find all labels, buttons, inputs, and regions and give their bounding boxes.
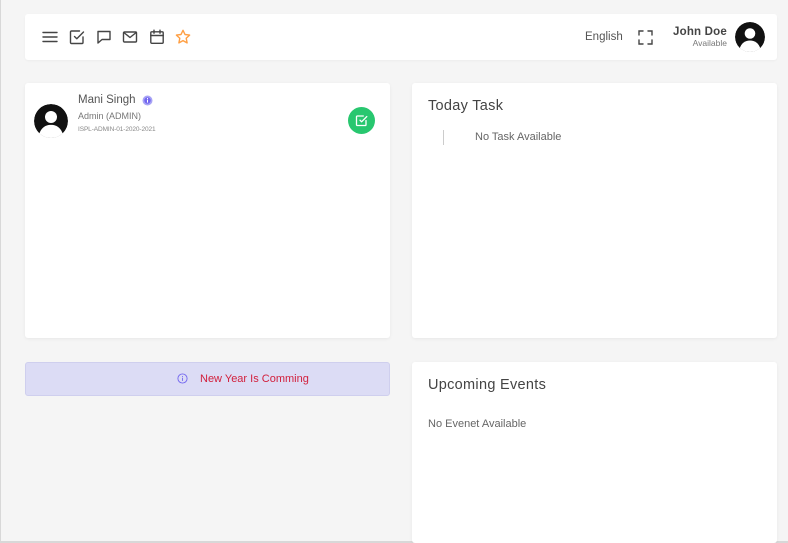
- announcement-banner: New Year Is Comming: [25, 362, 390, 396]
- profile-card: Mani Singh Admin (ADMIN) ISPL-ADMIN-01-2…: [25, 83, 390, 338]
- info-icon: [177, 373, 188, 384]
- top-navbar: English John Doe Available: [25, 14, 777, 60]
- upcoming-events-title: Upcoming Events: [428, 377, 547, 393]
- upcoming-events-empty: No Evenet Available: [428, 418, 527, 430]
- star-icon[interactable]: [175, 29, 191, 45]
- user-name[interactable]: John Doe: [673, 26, 727, 38]
- profile-avatar: [34, 104, 68, 138]
- email-icon[interactable]: [122, 29, 138, 45]
- todo-icon[interactable]: [69, 29, 85, 45]
- menu-icon[interactable]: [42, 29, 58, 45]
- profile-name: Mani Singh: [78, 94, 136, 106]
- profile-role: Admin (ADMIN): [78, 111, 142, 121]
- edit-icon: [355, 115, 368, 127]
- chat-icon[interactable]: [96, 29, 112, 45]
- calendar-icon[interactable]: [149, 29, 165, 45]
- fullscreen-icon[interactable]: [638, 30, 653, 45]
- upcoming-events-card: Upcoming Events No Evenet Available: [412, 362, 777, 543]
- avatar[interactable]: [735, 22, 765, 52]
- edit-profile-button[interactable]: [348, 107, 375, 134]
- today-task-card: Today Task No Task Available: [412, 83, 777, 338]
- timeline-line: [443, 130, 444, 145]
- today-task-title: Today Task: [428, 98, 504, 114]
- page-border-left: [0, 0, 1, 543]
- today-task-empty: No Task Available: [475, 131, 562, 143]
- profile-id: ISPL-ADMIN-01-2020-2021: [78, 126, 156, 133]
- language-selector[interactable]: English: [585, 31, 623, 43]
- info-badge-icon: [142, 95, 153, 106]
- announcement-text: New Year Is Comming: [200, 373, 309, 385]
- user-status: Available: [692, 38, 727, 48]
